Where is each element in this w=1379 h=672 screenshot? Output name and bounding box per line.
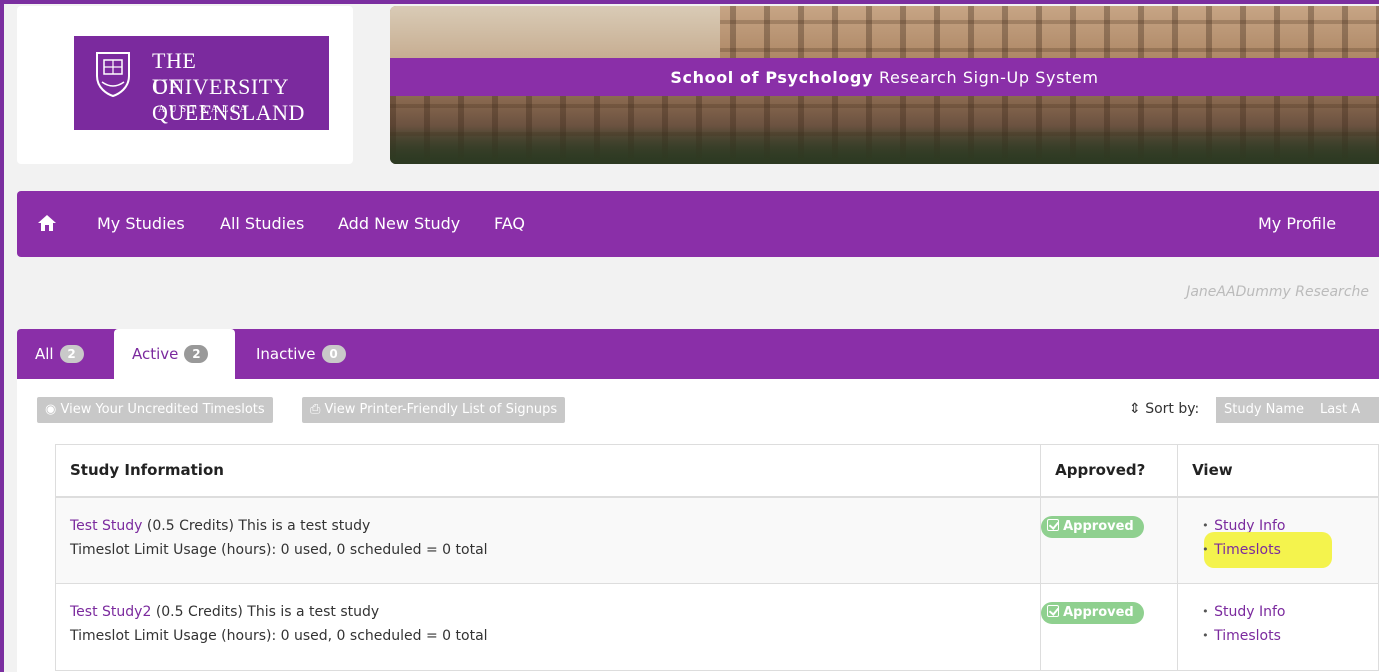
tab-inactive-label: Inactive bbox=[256, 345, 316, 363]
banner-title-bold: School of Psychology bbox=[670, 67, 873, 87]
table-header-row: Study Information Approved? View bbox=[54, 444, 1379, 498]
approved-badge: Approved bbox=[1041, 515, 1144, 538]
timeslots-link[interactable]: Timeslots bbox=[1202, 538, 1378, 562]
timeslots-link[interactable]: Timeslots bbox=[1202, 624, 1378, 648]
study-description: (0.5 Credits) This is a test study bbox=[146, 517, 371, 534]
nav-all-studies[interactable]: All Studies bbox=[220, 214, 304, 233]
view-cell: Study Info Timeslots bbox=[1177, 496, 1379, 584]
banner-title-rest: Research Sign-Up System bbox=[879, 67, 1099, 87]
main-nav: My Studies All Studies Add New Study FAQ… bbox=[17, 191, 1379, 257]
view-uncredited-timeslots-button[interactable]: ◉ View Your Uncredited Timeslots bbox=[37, 397, 273, 423]
printer-icon: ⎙ bbox=[310, 402, 321, 417]
logo-line-3: AUSTRALIA bbox=[158, 104, 251, 115]
home-icon[interactable] bbox=[37, 214, 57, 232]
timeslot-usage: Timeslot Limit Usage (hours): 0 used, 0 … bbox=[70, 628, 488, 644]
header-approved[interactable]: Approved? bbox=[1040, 444, 1179, 498]
view-printer-label: View Printer-Friendly List of Signups bbox=[324, 402, 558, 417]
sort-options: Study Name Last A bbox=[1216, 397, 1379, 423]
view-links: Study Info Timeslots bbox=[1192, 600, 1378, 648]
check-square-icon bbox=[1047, 518, 1060, 531]
nav-my-profile[interactable]: My Profile bbox=[1258, 214, 1336, 233]
approved-label: Approved bbox=[1063, 518, 1134, 534]
sort-option-last[interactable]: Last A bbox=[1312, 402, 1368, 417]
studies-table: Study Information Approved? View Test St… bbox=[54, 444, 1379, 671]
sort-icon: ⇕ bbox=[1129, 401, 1141, 417]
tab-inactive-count: 0 bbox=[321, 345, 346, 363]
view-uncredited-label: View Your Uncredited Timeslots bbox=[60, 402, 265, 417]
nav-faq[interactable]: FAQ bbox=[494, 214, 525, 233]
university-logo[interactable]: THE UNIVERSITY OF QUEENSLAND AUSTRALIA bbox=[74, 36, 329, 130]
approval-cell: Approved bbox=[1040, 583, 1179, 671]
view-printer-friendly-button[interactable]: ⎙ View Printer-Friendly List of Signups bbox=[302, 397, 566, 423]
approved-label: Approved bbox=[1063, 605, 1134, 620]
logo-container: THE UNIVERSITY OF QUEENSLAND AUSTRALIA bbox=[17, 6, 353, 164]
study-info-link[interactable]: Study Info bbox=[1202, 600, 1378, 624]
tab-active-label: Active bbox=[132, 345, 179, 363]
logo-line-2: OF QUEENSLAND bbox=[152, 74, 305, 125]
check-square-icon bbox=[1047, 605, 1060, 617]
tab-active[interactable]: Active 2 bbox=[114, 329, 235, 379]
approved-badge: Approved bbox=[1041, 602, 1144, 624]
approval-cell: Approved bbox=[1040, 496, 1179, 584]
status-tabs: All 2 Active 2 Inactive 0 bbox=[17, 329, 1379, 379]
study-name-link[interactable]: Test Study2 bbox=[70, 604, 151, 620]
banner-trees bbox=[390, 126, 1379, 164]
timeslot-usage: Timeslot Limit Usage (hours): 0 used, 0 … bbox=[70, 541, 488, 558]
nav-add-new-study[interactable]: Add New Study bbox=[338, 214, 460, 233]
eye-icon: ◉ bbox=[45, 402, 57, 417]
tab-all-count: 2 bbox=[59, 345, 84, 363]
study-description: (0.5 Credits) This is a test study bbox=[155, 604, 380, 620]
studies-panel: ◉ View Your Uncredited Timeslots ⎙ View … bbox=[17, 379, 1379, 672]
banner-title: School of Psychology Research Sign-Up Sy… bbox=[390, 58, 1379, 96]
tab-active-count: 2 bbox=[184, 345, 209, 363]
banner-sky bbox=[390, 6, 720, 66]
sort-option-study-name[interactable]: Study Name bbox=[1216, 402, 1312, 417]
study-information-cell: Test Study2 (0.5 Credits) This is a test… bbox=[54, 583, 1042, 671]
study-information-cell: Test Study (0.5 Credits) This is a test … bbox=[54, 496, 1042, 584]
study-name-link[interactable]: Test Study bbox=[70, 518, 142, 534]
view-cell: Study Info Timeslots bbox=[1177, 583, 1379, 671]
nav-my-studies[interactable]: My Studies bbox=[97, 214, 185, 233]
tab-all-label: All bbox=[35, 345, 54, 363]
sort-by-text: Sort by: bbox=[1145, 401, 1200, 417]
table-row: Test Study2 (0.5 Credits) This is a test… bbox=[54, 583, 1379, 671]
sort-by-label: ⇕ Sort by: bbox=[1129, 401, 1199, 417]
header-study-information[interactable]: Study Information bbox=[54, 444, 1042, 498]
header-view: View bbox=[1177, 444, 1379, 498]
view-links: Study Info Timeslots bbox=[1192, 514, 1378, 562]
tab-inactive[interactable]: Inactive 0 bbox=[256, 329, 346, 379]
logged-in-user: JaneAADummy Researche bbox=[1186, 284, 1369, 300]
tab-all[interactable]: All 2 bbox=[35, 329, 84, 379]
header-banner: School of Psychology Research Sign-Up Sy… bbox=[390, 6, 1379, 164]
crest-icon bbox=[96, 52, 130, 98]
table-row: Test Study (0.5 Credits) This is a test … bbox=[54, 496, 1379, 584]
